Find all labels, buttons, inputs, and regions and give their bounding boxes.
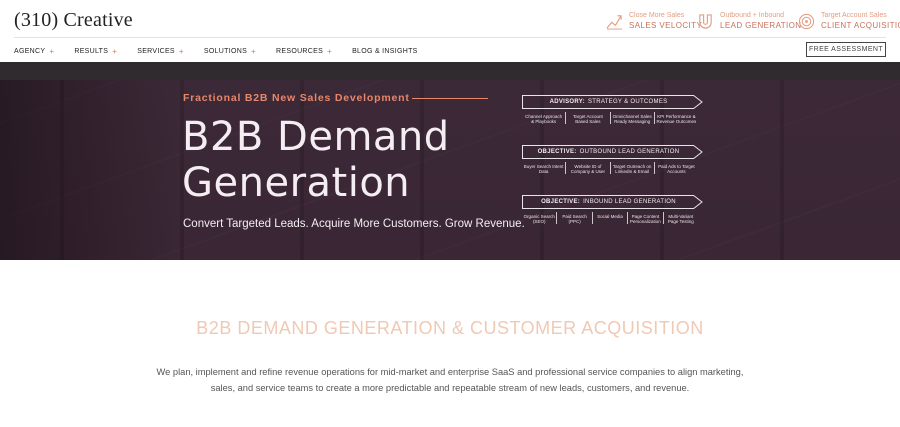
diagram-cell: Channel Approach & Playbooks (525, 114, 563, 124)
nav-item-blog-insights[interactable]: BLOG & INSIGHTS (352, 48, 418, 55)
diagram-cells: Channel Approach & Playbooks Target Acco… (522, 112, 698, 124)
nav-item-resources[interactable]: RESOURCES + (276, 47, 332, 56)
diagram-cell: Paid Ads to Target Accounts (653, 162, 698, 174)
diagram-cell: Website ID of Company & User (565, 162, 609, 174)
target-icon (798, 13, 815, 29)
promo-main-label: CLIENT ACQUISITION (821, 21, 900, 30)
nav-item-label: RESULTS (74, 47, 109, 55)
nav-item-label: SERVICES (137, 47, 175, 55)
free-assessment-button[interactable]: FREE ASSESSMENT (806, 42, 886, 57)
promo-sales-velocity[interactable]: Close More Sales SALES VELOCITY (606, 11, 702, 31)
nav-item-label: RESOURCES (276, 47, 324, 55)
diagram-cell: Target Outreach on LinkedIn & Email (609, 162, 654, 174)
hero-banner (0, 62, 900, 260)
diagram-cell: Paid Search (PPC) (556, 212, 591, 224)
diagram-cell: Buyer Search Intent Data (523, 164, 564, 174)
nav-item-label: SOLUTIONS (203, 47, 248, 55)
nav-item-solutions[interactable]: SOLUTIONS + (204, 47, 256, 56)
arrow-right-icon (692, 145, 703, 159)
diagram-cells: Buyer Search Intent Data Website ID of C… (522, 162, 698, 174)
section-body-text: We plan, implement and refine revenue op… (156, 367, 744, 393)
site-logo[interactable]: (310) Creative (14, 9, 133, 32)
diagram-block-outbound: OBJECTIVE: OUTBOUND LEAD GENERATION Buye… (522, 145, 712, 174)
diagram-cell: Page Content Personalization (627, 212, 662, 224)
diagram-cell: Target Account Based Sales (565, 112, 609, 124)
header-divider (14, 37, 886, 38)
diagram-block-advisory: ADVISORY: STRATEGY & OUTCOMES Channel Ap… (522, 95, 712, 124)
magnet-icon (699, 13, 712, 29)
hero-title-line: B2B Demand (182, 114, 450, 160)
diagram-block-tag: ADVISORY: (549, 99, 585, 105)
diagram-block-label: STRATEGY & OUTCOMES (587, 99, 668, 105)
promo-sub-label: Target Account Sales (821, 12, 887, 19)
hero-shade (0, 80, 180, 260)
strategy-diagram: ADVISORY: STRATEGY & OUTCOMES Channel Ap… (522, 95, 712, 235)
promo-main-label: LEAD GENERATION (720, 21, 802, 30)
diagram-block-header: ADVISORY: STRATEGY & OUTCOMES (522, 95, 694, 109)
promo-sub-label: Close More Sales (629, 12, 685, 19)
plus-icon: + (327, 46, 333, 56)
diagram-block-tag: OBJECTIVE: (537, 149, 577, 155)
arrow-right-icon (692, 95, 703, 109)
plus-icon: + (178, 46, 184, 56)
plus-icon: + (49, 46, 55, 56)
diagram-cell: Organic Search (SEO) (523, 214, 555, 224)
hero-eyebrow: Fractional B2B New Sales Development (183, 92, 410, 104)
nav-item-label: AGENCY (14, 47, 46, 55)
main-nav: AGENCY + RESULTS + SERVICES + SOLUTIONS … (14, 44, 438, 58)
plus-icon: + (112, 46, 118, 56)
nav-item-services[interactable]: SERVICES + (137, 47, 184, 56)
diagram-cell: Omnichannel Sales Ready Messaging (609, 112, 654, 124)
hero-title: B2B Demand Generation (182, 114, 450, 206)
hero-title-line: Generation (182, 160, 411, 206)
diagram-block-header: OBJECTIVE: INBOUND LEAD GENERATION (522, 195, 694, 209)
nav-item-agency[interactable]: AGENCY + (14, 47, 54, 56)
nav-item-results[interactable]: RESULTS + (74, 47, 117, 56)
diagram-cell: KPI Performance & Revenue Outcomes (653, 112, 698, 124)
site-header: (310) Creative Close More Sales SALES VE… (0, 0, 900, 38)
section-heading: B2B DEMAND GENERATION & CUSTOMER ACQUISI… (196, 318, 704, 338)
diagram-block-label: INBOUND LEAD GENERATION (583, 199, 676, 205)
diagram-block-inbound: OBJECTIVE: INBOUND LEAD GENERATION Organ… (522, 195, 712, 224)
diagram-cell: Multi-Variant Page Testing (662, 212, 698, 224)
diagram-block-label: OUTBOUND LEAD GENERATION (579, 149, 680, 155)
nav-item-label: BLOG & INSIGHTS (352, 47, 418, 55)
promo-sub-label: Outbound + Inbound (720, 12, 785, 19)
plus-icon: + (251, 46, 257, 56)
diagram-cell: Social Media (591, 212, 627, 224)
diagram-block-tag: OBJECTIVE: (541, 199, 581, 205)
speed-chart-icon (606, 14, 623, 30)
diagram-block-header: OBJECTIVE: OUTBOUND LEAD GENERATION (522, 145, 694, 159)
promo-main-label: SALES VELOCITY (629, 21, 703, 30)
promo-client-acquisition[interactable]: Target Account Sales CLIENT ACQUISITION (798, 11, 900, 31)
hero-tagline: Convert Targeted Leads. Acquire More Cus… (183, 218, 525, 230)
diagram-cells: Organic Search (SEO) Paid Search (PPC) S… (522, 212, 698, 224)
eyebrow-divider (412, 98, 488, 99)
arrow-right-icon (692, 195, 703, 209)
promo-lead-generation[interactable]: Outbound + Inbound LEAD GENERATION (697, 11, 801, 31)
